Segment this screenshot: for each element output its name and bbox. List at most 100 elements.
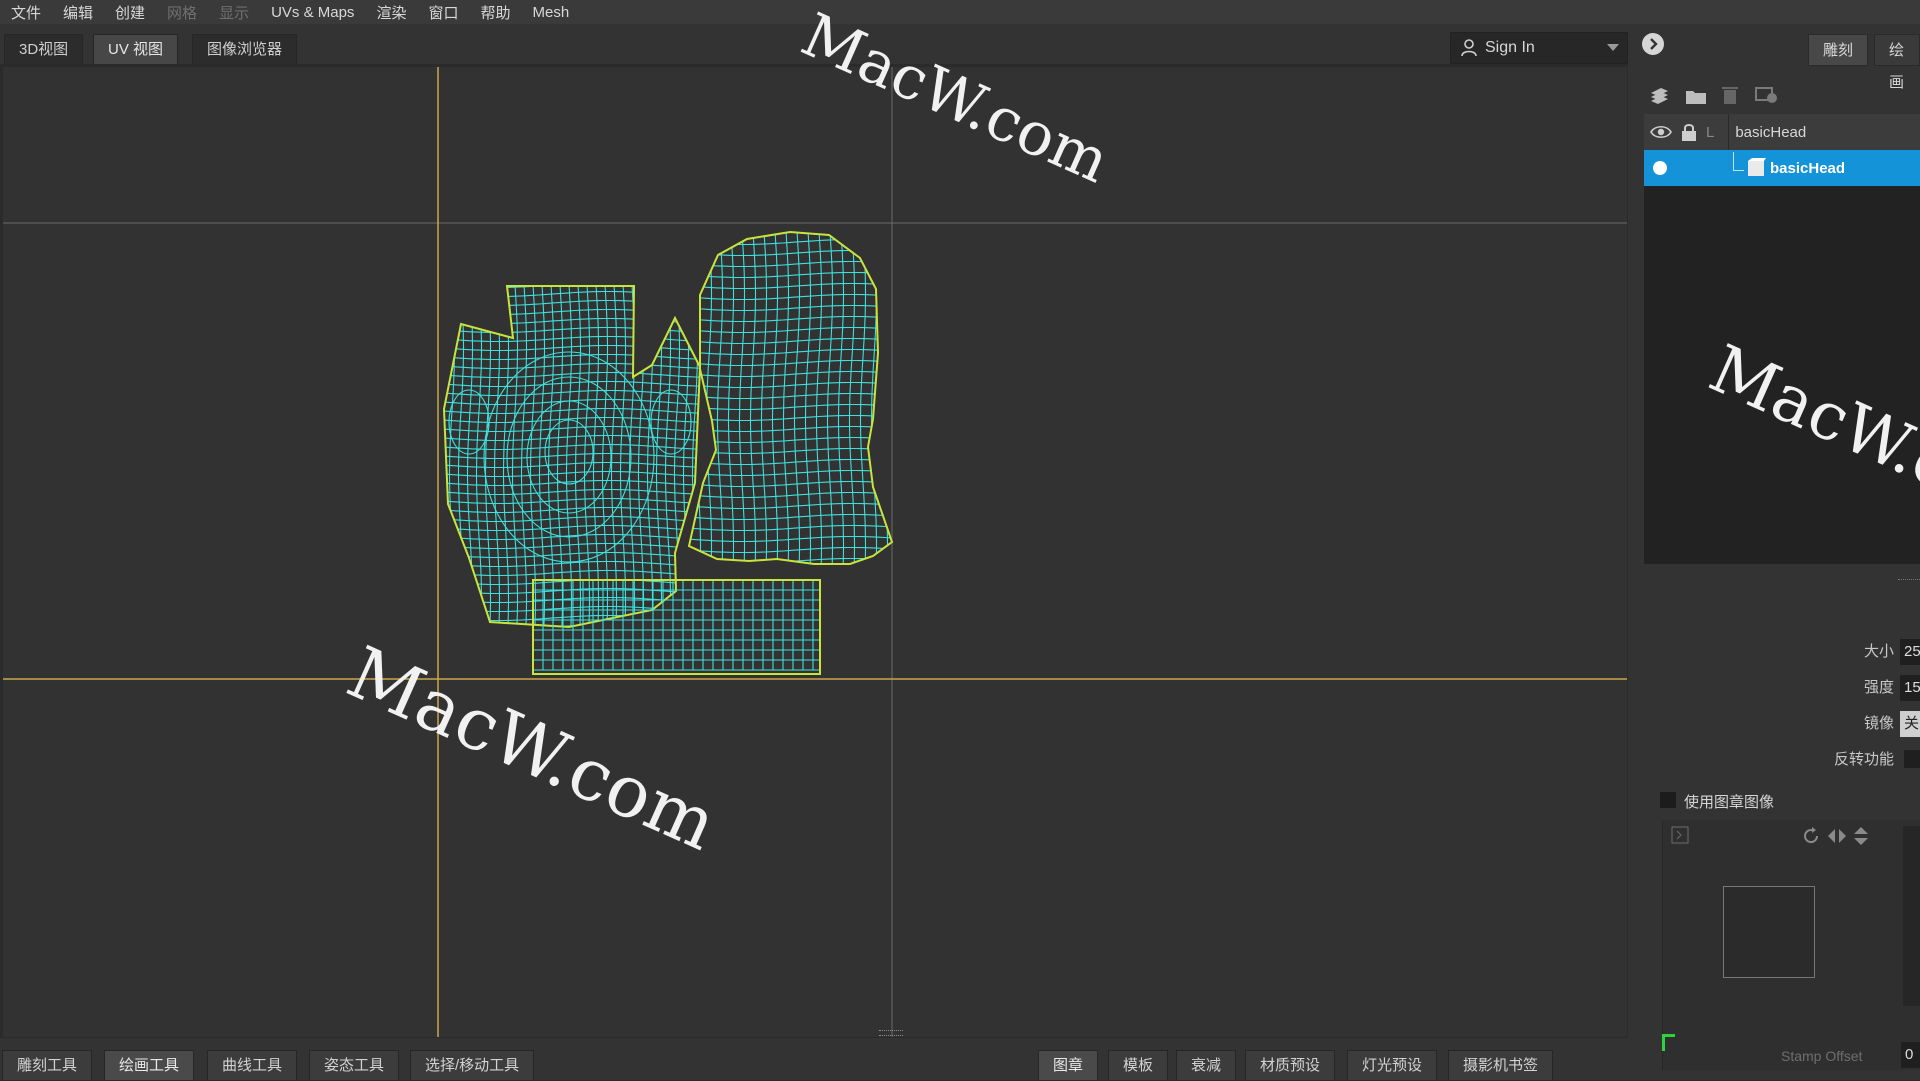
visibility-dot[interactable]: [1653, 161, 1667, 175]
layer-row-group[interactable]: L basicHead: [1644, 114, 1920, 150]
tab-image-browser[interactable]: 图像浏览器: [192, 34, 298, 64]
uv-edge: [689, 304, 892, 312]
uv-edge: [444, 290, 700, 298]
prop-invert-label: 反转功能: [1833, 751, 1894, 768]
trash-icon[interactable]: [1721, 84, 1739, 106]
uv-edge: [782, 232, 790, 564]
menu-edit[interactable]: 编辑: [52, 2, 104, 23]
tab-3d-view[interactable]: 3D视图: [4, 34, 84, 64]
flip-horizontal-icon[interactable]: [1827, 826, 1847, 846]
uv-canvas[interactable]: [3, 67, 1627, 1037]
uv-edge: [689, 359, 892, 367]
uv-edge: [749, 232, 757, 564]
tab-sculpt[interactable]: 雕刻: [1808, 34, 1869, 66]
uv-edge: [444, 515, 700, 523]
layer-name: basicHead: [1735, 123, 1807, 141]
menu-create[interactable]: 创建: [104, 2, 156, 23]
uv-edge: [444, 434, 700, 442]
tab-material-presets[interactable]: 材质预设: [1245, 1050, 1336, 1080]
prop-strength-field[interactable]: 15: [1900, 675, 1920, 701]
stamp-preview[interactable]: [1723, 886, 1815, 978]
menu-uvs-maps[interactable]: UVs & Maps: [260, 4, 365, 21]
green-corner-marker: [1662, 1034, 1675, 1051]
uv-edge: [689, 513, 892, 521]
uv-edge: [444, 425, 700, 433]
object-name: basicHead: [1770, 159, 1846, 177]
tab-camera-bookmarks[interactable]: 摄影机书签: [1448, 1050, 1554, 1080]
prop-size-field[interactable]: 25: [1900, 639, 1920, 665]
layers-list: L basicHead basicHead: [1644, 114, 1920, 564]
uv-shell-face[interactable]: [441, 283, 702, 630]
uv-shell-neck[interactable]: [532, 579, 821, 675]
menu-mesh[interactable]: Mesh: [521, 4, 580, 21]
tab-pose-tools[interactable]: 姿态工具: [309, 1050, 400, 1080]
menu-mesh-grid[interactable]: 网格: [156, 2, 208, 23]
menu-display[interactable]: 显示: [208, 2, 260, 23]
uv-edge: [689, 315, 892, 323]
uv-edge: [444, 524, 700, 532]
uv-edge: [689, 458, 892, 466]
prop-mirror-value: 关: [1904, 715, 1920, 732]
material-layer-icon[interactable]: [1754, 84, 1780, 106]
tab-uv-view[interactable]: UV 视图: [93, 34, 179, 64]
bottom-resize-handle[interactable]: [879, 1030, 903, 1036]
uv-edge: [444, 299, 700, 307]
prop-invert-checkbox[interactable]: [1904, 750, 1920, 768]
uv-edge: [520, 286, 528, 627]
eye-icon[interactable]: [1650, 124, 1672, 140]
divider: [1728, 114, 1730, 150]
menu-bar: 文件 编辑 创建 网格 显示 UVs & Maps 渲染 窗口 帮助 Mesh: [0, 0, 1920, 24]
tab-light-presets[interactable]: 灯光预设: [1347, 1050, 1438, 1080]
stamp-side-controls[interactable]: [1903, 826, 1920, 1006]
tab-paint-tools[interactable]: 绘画工具: [104, 1050, 195, 1080]
panel-divider-handle[interactable]: [1898, 579, 1920, 583]
uv-edge: [538, 286, 546, 627]
uv-edge: [444, 551, 700, 559]
tab-select-move-tools[interactable]: 选择/移动工具: [410, 1050, 535, 1080]
stamp-image-checkbox[interactable]: [1660, 792, 1676, 808]
menu-window[interactable]: 窗口: [417, 2, 469, 23]
lock-icon[interactable]: [1680, 122, 1698, 142]
tab-falloff[interactable]: 衰减: [1176, 1050, 1237, 1080]
uv-shell-back[interactable]: [685, 229, 894, 568]
menu-render[interactable]: 渲染: [365, 2, 417, 23]
tab-stencils[interactable]: 模板: [1108, 1050, 1169, 1080]
uv-edge: [444, 308, 700, 316]
stamp-offset-label: Stamp Offset: [1781, 1048, 1863, 1064]
uv-edge: [689, 381, 892, 389]
uv-edge: [815, 232, 823, 564]
stamp-panel: Stamp Offset 0: [1662, 820, 1920, 1070]
mesh-cube-icon: [1748, 158, 1766, 176]
uv-edge: [444, 569, 700, 577]
uv-edge: [444, 497, 700, 505]
folder-icon[interactable]: [1684, 86, 1708, 106]
prop-mirror-dropdown[interactable]: 关: [1900, 711, 1920, 737]
sign-in-dropdown[interactable]: Sign In: [1450, 32, 1628, 64]
rotate-icon[interactable]: [1801, 826, 1821, 846]
tab-curve-tools[interactable]: 曲线工具: [207, 1050, 298, 1080]
sign-in-label: Sign In: [1485, 39, 1535, 56]
prop-size-value: 25: [1904, 643, 1920, 660]
stamp-import-icon[interactable]: [1671, 826, 1689, 844]
uv-edge: [689, 337, 892, 345]
menu-help[interactable]: 帮助: [469, 2, 521, 23]
menu-file[interactable]: 文件: [0, 2, 52, 23]
layer-row-selected[interactable]: basicHead: [1644, 150, 1920, 186]
uv-edge: [689, 502, 892, 510]
layer-toolbar: [1644, 80, 1804, 110]
flip-vertical-icon[interactable]: [1851, 826, 1871, 846]
layer-group-letter: L: [1706, 123, 1715, 141]
uv-edge: [565, 286, 573, 627]
uv-viewport[interactable]: [3, 67, 1627, 1037]
uv-edge: [444, 452, 700, 460]
uv-edge: [689, 447, 892, 455]
expand-arrow-button[interactable]: [1642, 33, 1664, 55]
layers-icon[interactable]: [1648, 86, 1670, 106]
tab-paint[interactable]: 绘画: [1874, 34, 1920, 91]
prop-size-label: 大小: [1863, 643, 1894, 660]
tab-stamps[interactable]: 图章: [1038, 1050, 1099, 1080]
tab-sculpt-tools[interactable]: 雕刻工具: [2, 1050, 93, 1080]
uv-edge: [689, 480, 892, 488]
stamp-offset-field[interactable]: 0: [1901, 1042, 1920, 1068]
prop-mirror-label: 镜像: [1863, 715, 1894, 732]
